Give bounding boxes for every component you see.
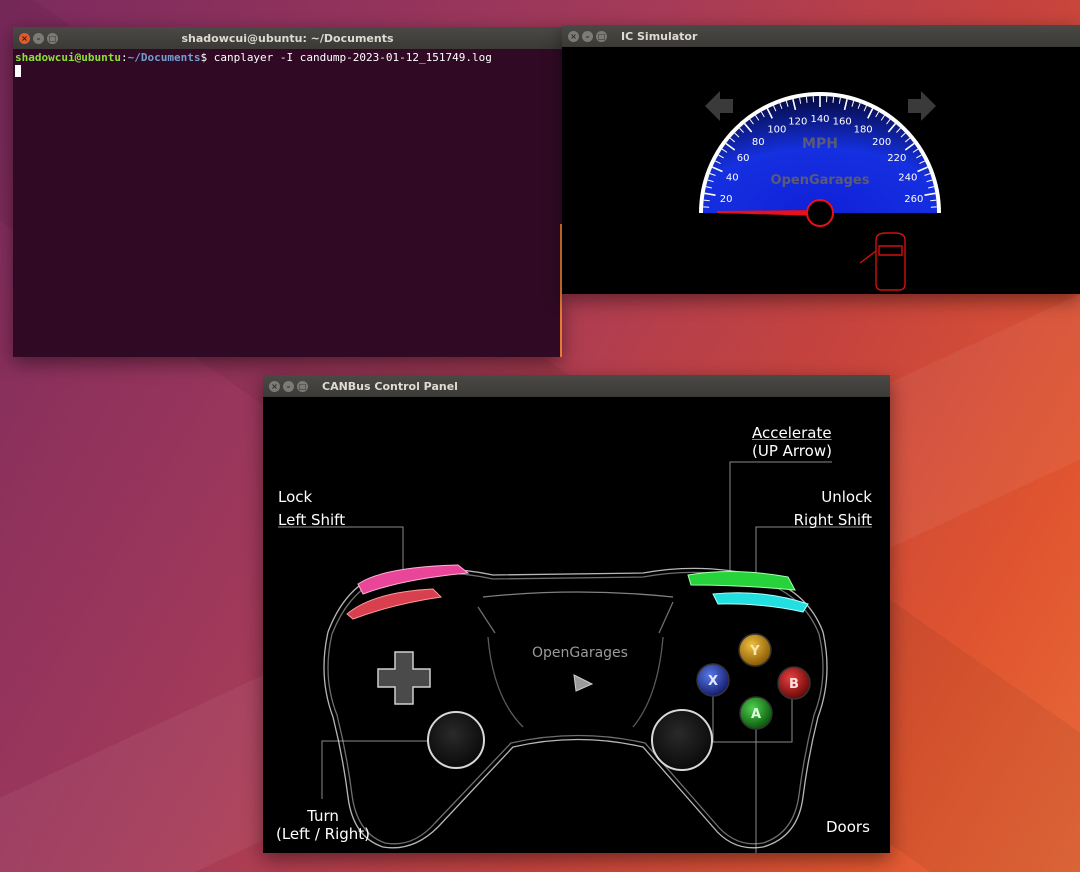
gauge-tick-label: 40 <box>726 173 739 184</box>
gauge-tick <box>703 199 710 202</box>
text-cursor <box>15 65 21 77</box>
window-controls: × – □ <box>19 32 58 44</box>
gauge-tick-label: 20 <box>720 194 733 205</box>
prompt-separator: : <box>120 51 128 64</box>
gauge-tick-label: 200 <box>872 137 891 148</box>
dpad[interactable] <box>377 651 431 705</box>
ic-titlebar[interactable]: × – □ IC Simulator <box>562 25 1080 47</box>
window-title: IC Simulator <box>621 29 698 43</box>
terminal-titlebar[interactable]: × – □ shadowcui@ubuntu: ~/Documents <box>13 27 562 49</box>
gauge-tick-label: 60 <box>737 153 750 164</box>
doors-label: Doors <box>826 818 870 836</box>
maximize-button[interactable]: □ <box>596 30 607 42</box>
face-button-x[interactable]: X <box>696 663 730 697</box>
minimize-button[interactable]: – <box>33 32 44 44</box>
lock-label-line2: Left Shift <box>278 511 346 529</box>
button-b-label: B <box>789 677 799 692</box>
left-trigger-lock[interactable] <box>357 564 470 595</box>
ic-simulator-window[interactable]: × – □ IC Simulator 20 40 60 80 100 120 140 160 1… <box>562 25 1080 294</box>
control-panel-window[interactable]: × – □ CANBus Control Panel OpenGarages Y… <box>263 375 890 853</box>
face-button-y[interactable]: Y <box>738 633 772 667</box>
face-button-b[interactable]: B <box>777 666 811 700</box>
window-title: shadowcui@ubuntu: ~/Documents <box>181 31 394 45</box>
controller-brand-label: OpenGarages <box>532 645 628 661</box>
car-door-status-icon <box>859 232 906 291</box>
close-button[interactable]: × <box>19 32 30 44</box>
right-bumper-unlock[interactable] <box>712 592 809 613</box>
command-line: shadowcui@ubuntu:~/Documents$ canplayer … <box>15 51 560 64</box>
window-controls: × – □ <box>269 380 308 392</box>
left-bumper[interactable] <box>346 588 443 620</box>
brand-label: OpenGarages <box>771 173 870 188</box>
button-a-label: A <box>751 707 761 722</box>
maximize-button[interactable]: □ <box>297 380 308 392</box>
gauge-tick-label: 100 <box>767 124 786 135</box>
prompt-user: shadowcui@ubuntu <box>15 51 121 64</box>
close-button[interactable]: × <box>568 30 579 42</box>
gauge-tick <box>832 96 835 103</box>
needle-hub <box>806 199 834 227</box>
unlock-label-line1: Unlock <box>821 488 872 506</box>
button-y-label: Y <box>749 644 760 659</box>
terminal-body[interactable]: shadowcui@ubuntu:~/Documents$ canplayer … <box>13 49 562 357</box>
speed-unit-label: MPH <box>802 136 838 152</box>
unlock-label: Unlock Right Shift <box>794 486 872 532</box>
minimize-button[interactable]: – <box>283 380 294 392</box>
desktop: { "terminal": { "title": "shadowcui@ubun… <box>0 0 1080 872</box>
speed-needle <box>717 210 820 216</box>
controller-panel[interactable]: OpenGarages Y X B A Accelerate (UP Arrow… <box>263 397 890 853</box>
cp-titlebar[interactable]: × – □ CANBus Control Panel <box>263 375 890 397</box>
gauge-tick-label: 180 <box>854 124 873 135</box>
right-trigger-accelerate[interactable] <box>687 570 796 591</box>
turn-label-line2: (Left / Right) <box>275 825 370 843</box>
prompt-path: ~/Documents <box>127 51 201 64</box>
minimize-button[interactable]: – <box>582 30 593 42</box>
gauge-tick-label: 240 <box>898 173 917 184</box>
maximize-button[interactable]: □ <box>47 32 58 44</box>
button-x-label: X <box>708 674 718 689</box>
gauge-tick <box>805 96 808 103</box>
gauge-tick-label: 160 <box>833 117 852 128</box>
close-button[interactable]: × <box>269 380 280 392</box>
left-joystick[interactable] <box>427 711 485 769</box>
gauge-tick-label: 80 <box>752 137 765 148</box>
start-button-icon[interactable] <box>573 674 594 692</box>
turn-label-line1: Turn <box>307 807 339 825</box>
instrument-cluster-canvas: 20406080100120 140 160180200220240260 MPH … <box>699 91 941 291</box>
right-turn-signal-icon <box>908 91 936 121</box>
gauge-tick-label: 260 <box>904 194 923 205</box>
command-text: canplayer -I candump-2023-01-12_151749.l… <box>207 51 492 64</box>
lock-label: Lock Left Shift <box>278 486 345 532</box>
accelerate-label: Accelerate (UP Arrow) <box>752 424 832 460</box>
lock-label-line1: Lock <box>278 488 313 506</box>
gauge-tick-label: 220 <box>887 153 906 164</box>
instrument-cluster: 20 40 60 80 100 120 140 160 180 200 220 240 260 MPH … <box>562 47 1080 294</box>
gauge-tick-label: 120 <box>788 117 807 128</box>
left-turn-signal-icon <box>705 91 733 121</box>
face-button-a[interactable]: A <box>739 696 773 730</box>
window-title: CANBus Control Panel <box>322 379 458 393</box>
unlock-label-line2: Right Shift <box>793 511 872 529</box>
controller-canvas: OpenGarages Y X B A <box>278 461 872 853</box>
terminal-window[interactable]: × – □ shadowcui@ubuntu: ~/Documents shad… <box>13 27 562 357</box>
gauge-tick <box>930 199 937 202</box>
gauge-tick-label: 140 <box>810 114 829 125</box>
right-joystick[interactable] <box>651 709 713 771</box>
accelerate-label-line2: (UP Arrow) <box>752 442 832 460</box>
window-controls: × – □ <box>568 30 607 42</box>
turn-label: Turn (Left / Right) <box>273 807 373 843</box>
accelerate-label-line1: Accelerate <box>752 424 832 442</box>
